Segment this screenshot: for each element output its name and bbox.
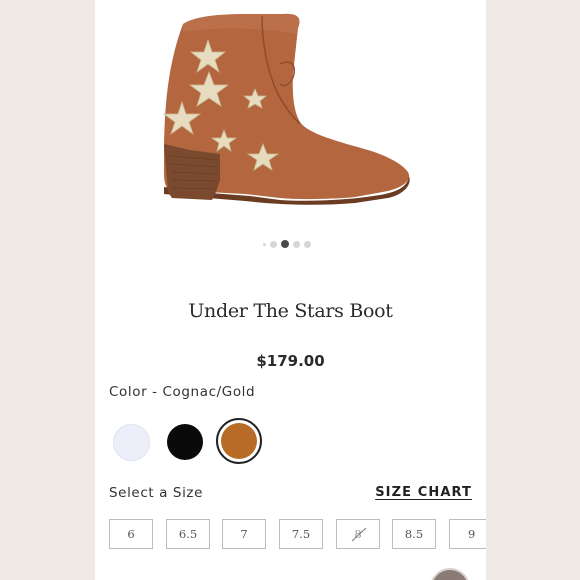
product-price: $179.00 bbox=[256, 352, 325, 370]
size-option-9[interactable]: 9 bbox=[449, 519, 486, 549]
size-label: Select a Size bbox=[109, 485, 204, 501]
product-title: Under The Stars Boot bbox=[188, 300, 393, 322]
color-swatch-cognac-gold[interactable] bbox=[221, 423, 257, 459]
size-option-7-5[interactable]: 7.5 bbox=[279, 519, 323, 549]
carousel-dot-active[interactable] bbox=[281, 240, 289, 248]
size-option-8-5[interactable]: 8.5 bbox=[392, 519, 436, 549]
size-option-6-5[interactable]: 6.5 bbox=[166, 519, 210, 549]
size-option-6[interactable]: 6 bbox=[109, 519, 153, 549]
carousel-dot[interactable] bbox=[304, 240, 311, 248]
product-page: Under The Stars Boot $179.00 Color - Cog… bbox=[95, 0, 486, 580]
size-option-8-unavailable[interactable]: 8 bbox=[336, 519, 380, 549]
carousel-dot[interactable] bbox=[270, 240, 277, 248]
color-swatch-white[interactable] bbox=[113, 424, 150, 461]
size-chart-link[interactable]: SIZE CHART bbox=[375, 485, 472, 500]
product-image[interactable] bbox=[150, 4, 420, 214]
carousel-dot[interactable] bbox=[263, 242, 266, 246]
carousel-dot[interactable] bbox=[293, 240, 300, 248]
size-option-7[interactable]: 7 bbox=[222, 519, 266, 549]
color-label: Color - Cognac/Gold bbox=[109, 384, 256, 400]
color-swatch-black[interactable] bbox=[167, 424, 203, 460]
background-left bbox=[0, 0, 95, 580]
strikethrough-icon bbox=[351, 527, 367, 542]
image-carousel-dots[interactable] bbox=[263, 240, 311, 248]
avatar[interactable] bbox=[430, 568, 470, 580]
background-right bbox=[486, 0, 580, 580]
